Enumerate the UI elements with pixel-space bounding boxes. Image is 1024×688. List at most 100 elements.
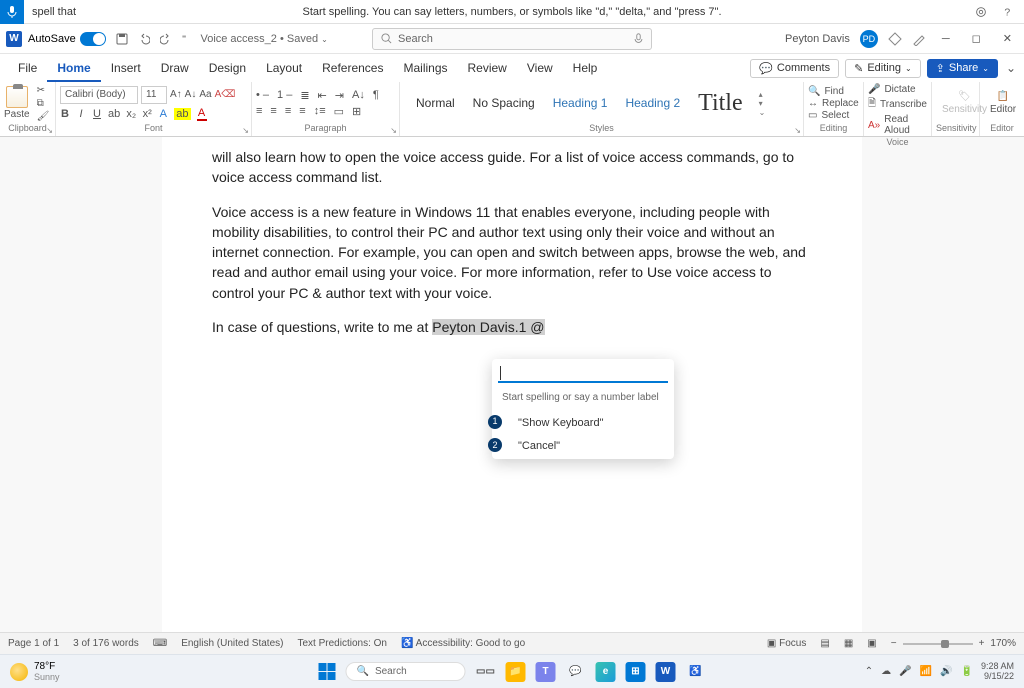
tab-view[interactable]: View bbox=[517, 54, 563, 82]
editing-mode-button[interactable]: ✎Editing ⌄ bbox=[845, 59, 921, 78]
chat-icon[interactable]: 💬 bbox=[566, 662, 586, 682]
line-spacing-icon[interactable]: ↕≡ bbox=[314, 105, 326, 118]
document-name[interactable]: Voice access_2 • Saved ⌄ bbox=[200, 33, 327, 45]
underline-button[interactable]: U bbox=[92, 108, 102, 120]
teams-icon[interactable]: T bbox=[536, 662, 556, 682]
paste-button[interactable]: Paste bbox=[4, 86, 30, 120]
zoom-slider[interactable] bbox=[903, 643, 973, 645]
tray-mic-icon[interactable]: 🎤 bbox=[899, 666, 911, 677]
voice-spell-input[interactable] bbox=[498, 365, 668, 383]
decrease-indent-icon[interactable]: ⇤ bbox=[318, 89, 327, 102]
status-page[interactable]: Page 1 of 1 bbox=[8, 638, 59, 649]
numbering-icon[interactable]: 1 – bbox=[277, 89, 292, 102]
highlight-icon[interactable]: ab bbox=[174, 108, 190, 120]
align-right-icon[interactable]: ≡ bbox=[285, 105, 291, 118]
styles-scroll[interactable]: ▴▾⌄ bbox=[759, 90, 766, 117]
clipboard-dialog-icon[interactable]: ↘ bbox=[46, 126, 53, 135]
sort-icon[interactable]: A↓ bbox=[352, 89, 365, 102]
accessibility-taskbar-icon[interactable]: ♿ bbox=[686, 662, 706, 682]
settings-gear-icon[interactable] bbox=[974, 5, 988, 19]
tray-onedrive-icon[interactable]: ☁ bbox=[881, 666, 891, 677]
redo-icon[interactable] bbox=[160, 33, 172, 45]
font-size-combo[interactable]: 11 bbox=[141, 86, 167, 104]
multilevel-list-icon[interactable]: ≣ bbox=[300, 89, 309, 102]
tab-file[interactable]: File bbox=[8, 54, 47, 82]
subscript-button[interactable]: x₂ bbox=[126, 108, 136, 120]
grow-font-icon[interactable]: A↑ bbox=[170, 89, 182, 100]
focus-button[interactable]: ▣ Focus bbox=[767, 638, 806, 649]
bullets-icon[interactable]: • – bbox=[256, 89, 269, 102]
store-icon[interactable]: ⊞ bbox=[626, 662, 646, 682]
show-marks-icon[interactable]: ¶ bbox=[373, 89, 379, 102]
transcribe-button[interactable]: 🗎Transcribe bbox=[868, 96, 927, 113]
toggle-on-icon[interactable] bbox=[80, 32, 106, 46]
user-name[interactable]: Peyton Davis bbox=[785, 33, 850, 45]
zoom-value[interactable]: 170% bbox=[990, 638, 1016, 649]
style-heading2[interactable]: Heading 2 bbox=[625, 96, 680, 110]
undo-icon[interactable] bbox=[138, 33, 150, 45]
start-button[interactable] bbox=[319, 663, 336, 680]
select-button[interactable]: ▭Select bbox=[808, 110, 859, 121]
spellcheck-icon[interactable]: ⌨ bbox=[153, 638, 167, 649]
cut-icon[interactable]: ✂ bbox=[37, 85, 50, 96]
taskbar-clock[interactable]: 9:28 AM 9/15/22 bbox=[981, 662, 1014, 682]
tab-home[interactable]: Home bbox=[47, 54, 100, 82]
change-case-icon[interactable]: Aa bbox=[199, 89, 211, 100]
edge-icon[interactable]: e bbox=[596, 662, 616, 682]
clear-format-icon[interactable]: A⌫ bbox=[215, 89, 236, 100]
task-view-icon[interactable]: ▭▭ bbox=[476, 662, 496, 682]
minimize-button[interactable]: ─ bbox=[936, 33, 956, 45]
search-mic-icon[interactable] bbox=[634, 33, 643, 45]
voice-option-cancel[interactable]: 2 "Cancel" bbox=[492, 435, 674, 459]
status-language[interactable]: English (United States) bbox=[181, 638, 283, 649]
diamond-icon[interactable] bbox=[888, 32, 902, 46]
replace-button[interactable]: ↔Replace bbox=[808, 98, 859, 109]
explorer-icon[interactable]: 📁 bbox=[506, 662, 526, 682]
tab-design[interactable]: Design bbox=[199, 54, 256, 82]
increase-indent-icon[interactable]: ⇥ bbox=[335, 89, 344, 102]
zoom-control[interactable]: − + 170% bbox=[891, 638, 1016, 649]
shading-icon[interactable]: ▭ bbox=[334, 105, 344, 118]
shrink-font-icon[interactable]: A↓ bbox=[185, 89, 197, 100]
search-box[interactable]: Search bbox=[372, 28, 652, 50]
pen-icon[interactable] bbox=[912, 32, 926, 46]
status-predictions[interactable]: Text Predictions: On bbox=[297, 638, 386, 649]
strike-button[interactable]: ab bbox=[108, 108, 120, 120]
status-accessibility[interactable]: ♿ Accessibility: Good to go bbox=[401, 638, 525, 649]
mic-icon[interactable] bbox=[0, 0, 24, 24]
font-name-combo[interactable]: Calibri (Body) bbox=[60, 86, 138, 104]
view-read-icon[interactable]: ▦ bbox=[844, 638, 853, 649]
zoom-out-icon[interactable]: − bbox=[891, 638, 897, 649]
comments-button[interactable]: 💬Comments bbox=[750, 59, 839, 78]
tab-review[interactable]: Review bbox=[458, 54, 517, 82]
taskbar-weather[interactable]: 78°F Sunny bbox=[10, 661, 60, 682]
autosave-toggle[interactable]: AutoSave bbox=[28, 32, 106, 46]
superscript-button[interactable]: x² bbox=[142, 108, 152, 120]
qat-dropdown-icon[interactable]: ⁼ bbox=[182, 33, 187, 44]
tab-references[interactable]: References bbox=[312, 54, 393, 82]
view-print-icon[interactable]: ▤ bbox=[820, 638, 829, 649]
bold-button[interactable]: B bbox=[60, 108, 70, 120]
view-web-icon[interactable]: ▣ bbox=[867, 638, 876, 649]
tab-insert[interactable]: Insert bbox=[101, 54, 151, 82]
save-icon[interactable] bbox=[116, 33, 128, 45]
font-dialog-icon[interactable]: ↘ bbox=[242, 126, 249, 135]
taskbar-search[interactable]: 🔍 Search bbox=[346, 662, 466, 681]
text-effects-icon[interactable]: A bbox=[158, 108, 168, 120]
share-button[interactable]: ⇪Share ⌄ bbox=[927, 59, 998, 78]
align-left-icon[interactable]: ≡ bbox=[256, 105, 262, 118]
borders-icon[interactable]: ⊞ bbox=[352, 105, 361, 118]
dictate-button[interactable]: 🎤Dictate bbox=[868, 84, 927, 95]
collapse-ribbon-icon[interactable]: ⌄ bbox=[1006, 61, 1016, 75]
find-button[interactable]: 🔍Find bbox=[808, 86, 859, 97]
document-area[interactable]: will also learn how to open the voice ac… bbox=[0, 137, 1024, 632]
tab-help[interactable]: Help bbox=[563, 54, 608, 82]
justify-icon[interactable]: ≡ bbox=[299, 105, 305, 118]
user-avatar[interactable]: PD bbox=[860, 30, 878, 48]
align-center-icon[interactable]: ≡ bbox=[270, 105, 276, 118]
status-words[interactable]: 3 of 176 words bbox=[73, 638, 139, 649]
help-icon[interactable]: ? bbox=[1000, 5, 1014, 19]
format-painter-icon[interactable]: 🖌 bbox=[37, 111, 50, 122]
style-heading1[interactable]: Heading 1 bbox=[553, 96, 608, 110]
copy-icon[interactable]: ⧉ bbox=[37, 98, 50, 109]
